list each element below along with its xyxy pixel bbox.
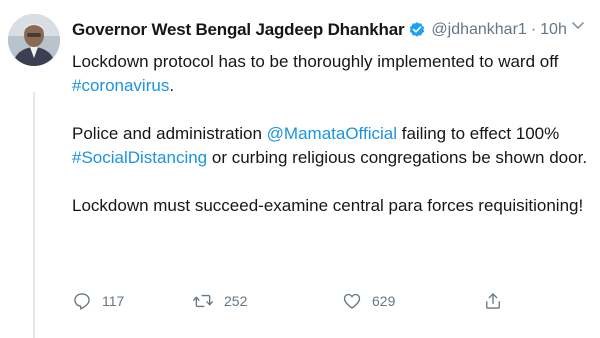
hashtag-coronavirus[interactable]: #coronavirus bbox=[72, 76, 169, 95]
tweet-header: Governor West Bengal Jagdeep Dhankhar @j… bbox=[72, 18, 567, 42]
chevron-down-icon[interactable] bbox=[568, 16, 588, 36]
thread-line bbox=[33, 92, 35, 338]
tweet-paragraph-2: Police and administration @MamataOfficia… bbox=[72, 122, 592, 170]
tweet-text-line: Lockdown protocol has to be thoroughly i… bbox=[72, 52, 559, 71]
mention-mamataofficial[interactable]: @MamataOfficial bbox=[267, 124, 397, 143]
tweet-paragraph-3: Lockdown must succeed-examine central pa… bbox=[72, 196, 584, 215]
hashtag-socialdistancing[interactable]: #SocialDistancing bbox=[72, 148, 207, 167]
timestamp[interactable]: 10h bbox=[540, 21, 567, 39]
tweet-paragraph-1: Lockdown protocol has to be thoroughly i… bbox=[72, 50, 592, 98]
display-name[interactable]: Governor West Bengal Jagdeep Dhankhar bbox=[72, 20, 405, 40]
tweet-text-period: . bbox=[169, 76, 175, 95]
tweet-text-segment: failing to effect 100% bbox=[397, 124, 560, 143]
reply-count: 117 bbox=[102, 293, 125, 309]
like-icon bbox=[342, 291, 362, 311]
separator-dot: · bbox=[530, 21, 537, 38]
verified-badge-icon bbox=[408, 21, 426, 39]
tweet-text-segment: Police and administration bbox=[72, 124, 267, 143]
avatar[interactable] bbox=[8, 14, 60, 66]
tweet-card[interactable]: Governor West Bengal Jagdeep Dhankhar @j… bbox=[0, 0, 600, 338]
retweet-button[interactable]: 252 bbox=[192, 289, 247, 313]
share-button[interactable] bbox=[483, 289, 503, 313]
retweet-icon bbox=[192, 291, 214, 311]
tweet-text-segment: or curbing religious congregations be sh… bbox=[207, 148, 588, 167]
tweet-actions: 117 252 629 bbox=[72, 289, 512, 313]
like-count: 629 bbox=[372, 293, 396, 309]
like-button[interactable]: 629 bbox=[342, 289, 395, 313]
reply-icon bbox=[72, 291, 92, 311]
user-handle[interactable]: @jdhankhar1 bbox=[431, 21, 526, 39]
reply-button[interactable]: 117 bbox=[72, 289, 124, 313]
share-icon bbox=[483, 291, 503, 311]
tweet-text: Lockdown protocol has to be thoroughly i… bbox=[72, 50, 592, 218]
retweet-count: 252 bbox=[224, 293, 248, 309]
